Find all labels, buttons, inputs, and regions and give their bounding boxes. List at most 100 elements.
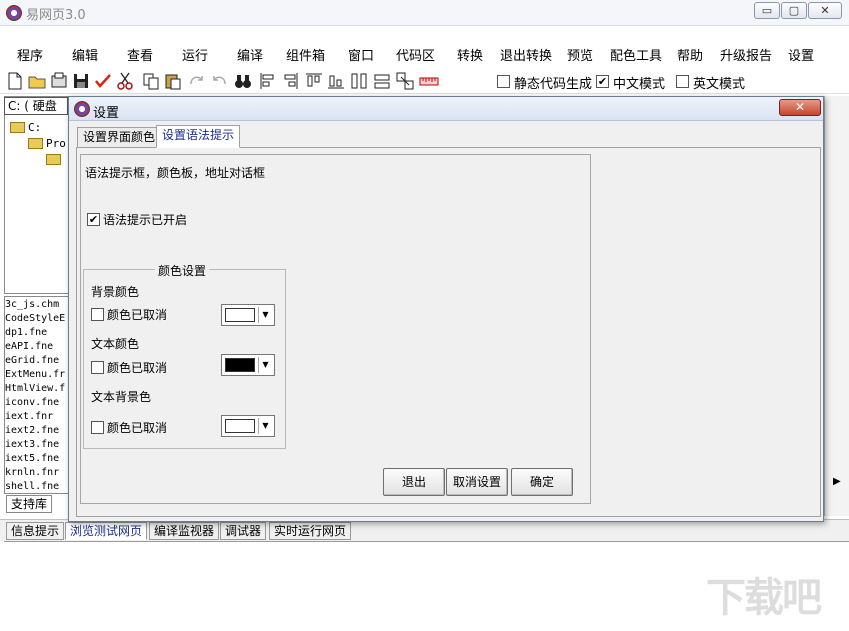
copy-icon[interactable]	[141, 71, 161, 91]
same-size-icon[interactable]	[395, 71, 415, 91]
same-width-icon[interactable]	[349, 71, 369, 91]
syntax-enabled-label: 语法提示已开启	[103, 213, 188, 227]
align-bottom-icon[interactable]	[326, 71, 346, 91]
right-scroll-panel: ▶	[824, 96, 849, 516]
file-item[interactable]: eGrid.fne	[5, 355, 59, 366]
background-color-cancel-label: 颜色已取消	[107, 308, 168, 322]
tree-item-drive[interactable]: C:	[28, 121, 41, 134]
syntax-description: 语法提示框，颜色板，地址对话框	[85, 166, 266, 180]
static-code-label: 静态代码生成	[514, 77, 593, 92]
file-item[interactable]: krnln.fnr	[5, 467, 59, 478]
static-code-checkbox[interactable]	[497, 75, 510, 88]
menu-upgrade-report[interactable]: 升级报告	[720, 45, 772, 64]
chevron-down-icon[interactable]: ▼	[258, 357, 272, 373]
menu-program[interactable]: 程序	[17, 45, 43, 64]
text-background-cancel-checkbox[interactable]	[91, 421, 104, 434]
watermark-text: 下载吧	[706, 575, 822, 621]
text-color-swatch	[225, 358, 255, 372]
chinese-mode-label: 中文模式	[613, 77, 666, 92]
chinese-mode-checkbox[interactable]: ✔	[596, 75, 609, 88]
background-color-picker[interactable]: ▼	[221, 304, 275, 326]
align-top-icon[interactable]	[304, 71, 324, 91]
tab-browse-test-page[interactable]: 浏览测试网页	[65, 522, 148, 540]
tab-interface-colors[interactable]: 设置界面颜色	[77, 127, 162, 148]
file-list-panel	[4, 296, 74, 494]
text-background-color-label: 文本背景色	[91, 390, 152, 404]
undo-icon[interactable]	[209, 71, 229, 91]
background-color-cancel-checkbox[interactable]	[91, 308, 104, 321]
text-color-cancel-label: 颜色已取消	[107, 361, 168, 375]
tab-realtime-run[interactable]: 实时运行网页	[269, 522, 352, 540]
file-item[interactable]: CodeStyleE	[5, 313, 65, 324]
menu-bar: 程序 编辑 查看 运行 编译 组件箱 窗口 代码区 转换 退出转换 预览 配色工…	[0, 26, 849, 68]
text-color-picker[interactable]: ▼	[221, 354, 275, 376]
support-library-tab[interactable]: 支持库	[6, 495, 52, 513]
background-color-label: 背景颜色	[91, 285, 140, 299]
file-item[interactable]: ExtMenu.fr	[5, 369, 65, 380]
file-item[interactable]: 3c_js.chm	[5, 299, 59, 310]
file-item[interactable]: iconv.fne	[5, 397, 59, 408]
menu-settings[interactable]: 设置	[788, 45, 814, 64]
ruler-icon[interactable]	[419, 71, 439, 91]
tab-compile-monitor[interactable]: 编译监视器	[149, 522, 220, 540]
dialog-close-button[interactable]: ✕	[779, 99, 821, 116]
menu-view[interactable]: 查看	[127, 45, 153, 64]
same-height-icon[interactable]	[372, 71, 392, 91]
menu-help[interactable]: 帮助	[677, 45, 703, 64]
text-color-label: 文本颜色	[91, 337, 140, 351]
cancel-settings-button[interactable]: 取消设置	[446, 468, 508, 496]
tree-item-folder[interactable]: Pro	[46, 137, 66, 150]
maximize-button[interactable]: ▢	[781, 2, 807, 19]
chevron-down-icon[interactable]: ▼	[258, 307, 272, 323]
tab-info[interactable]: 信息提示	[6, 522, 65, 540]
dialog-title: 设置	[93, 106, 120, 121]
menu-edit[interactable]: 编辑	[72, 45, 98, 64]
exit-button[interactable]: 退出	[383, 468, 445, 496]
file-item[interactable]: eAPI.fne	[5, 341, 53, 352]
minimize-button[interactable]: ▭	[754, 2, 780, 19]
scroll-right-arrow-icon[interactable]: ▶	[833, 476, 841, 487]
file-item[interactable]: HtmlView.f	[5, 383, 65, 394]
cut-icon[interactable]	[115, 71, 135, 91]
open-folder-icon[interactable]	[27, 71, 47, 91]
text-background-color-picker[interactable]: ▼	[221, 415, 275, 437]
menu-compile[interactable]: 编译	[237, 45, 263, 64]
drive-selector[interactable]: C: ( 硬盘	[4, 97, 68, 115]
check-icon[interactable]	[93, 71, 113, 91]
file-item[interactable]: iext5.fne	[5, 453, 59, 464]
open-project-icon[interactable]	[49, 71, 69, 91]
menu-exit-convert[interactable]: 退出转换	[500, 45, 552, 64]
file-item[interactable]: iext.fnr	[5, 411, 53, 422]
menu-color-tool[interactable]: 配色工具	[610, 45, 662, 64]
english-mode-checkbox[interactable]	[676, 75, 689, 88]
file-item[interactable]: iext3.fne	[5, 439, 59, 450]
paste-icon[interactable]	[163, 71, 183, 91]
menu-window[interactable]: 窗口	[348, 45, 374, 64]
file-item[interactable]: iext2.fne	[5, 425, 59, 436]
menu-run[interactable]: 运行	[182, 45, 208, 64]
save-icon[interactable]	[71, 71, 91, 91]
menu-convert[interactable]: 转换	[457, 45, 483, 64]
file-item[interactable]: dp1.fne	[5, 327, 47, 338]
close-button[interactable]: ✕	[808, 2, 842, 19]
main-title-bar: 易网页3.0 ▭ ▢ ✕	[0, 0, 849, 26]
ok-button[interactable]: 确定	[511, 468, 573, 496]
color-settings-title: 颜色设置	[155, 262, 210, 279]
align-right-icon[interactable]	[280, 71, 300, 91]
tab-debugger[interactable]: 调试器	[220, 522, 267, 540]
redo-icon[interactable]	[187, 71, 207, 91]
menu-components[interactable]: 组件箱	[286, 45, 325, 64]
syntax-enabled-checkbox[interactable]: ✔	[87, 213, 100, 226]
menu-code-area[interactable]: 代码区	[396, 45, 435, 64]
settings-dialog: 设置 ✕ 设置界面颜色 设置语法提示 语法提示框，颜色板，地址对话框 ✔ 语法提…	[68, 96, 824, 522]
menu-preview[interactable]: 预览	[567, 45, 593, 64]
find-binoculars-icon[interactable]	[233, 71, 253, 91]
folder-icon	[10, 122, 25, 133]
file-item[interactable]: shell.fne	[5, 481, 59, 492]
align-left-icon[interactable]	[258, 71, 278, 91]
text-color-cancel-checkbox[interactable]	[91, 361, 104, 374]
tab-syntax-hints[interactable]: 设置语法提示	[156, 125, 241, 148]
english-mode-label: 英文模式	[693, 77, 746, 92]
chevron-down-icon[interactable]: ▼	[258, 418, 272, 434]
new-file-icon[interactable]	[5, 71, 25, 91]
